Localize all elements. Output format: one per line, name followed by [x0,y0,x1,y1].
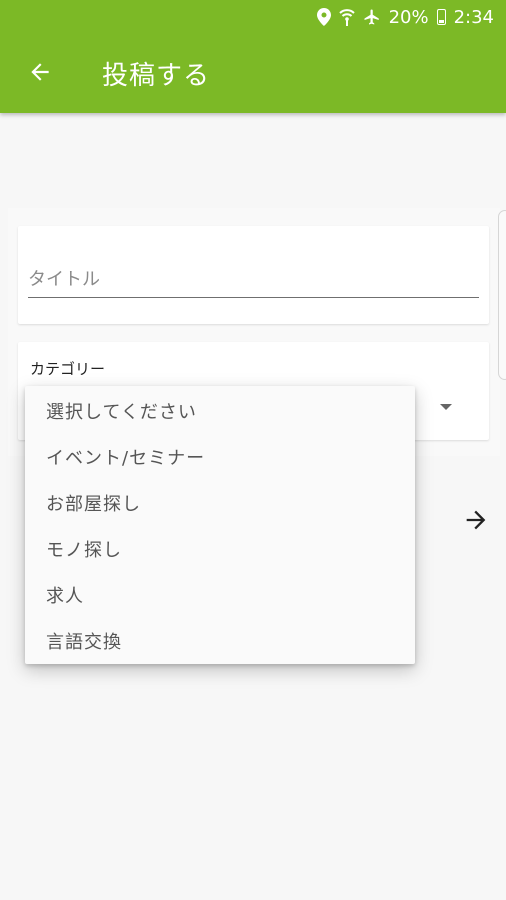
category-dropdown-menu: 選択してください イベント/セミナー お部屋探し モノ探し 求人 言語交換 [25,386,415,664]
menu-item-event-seminar[interactable]: イベント/セミナー [25,434,415,480]
clock: 2:34 [453,6,494,28]
back-arrow-icon [27,59,53,89]
category-label: カテゴリー [30,360,106,378]
page-title: 投稿する [102,61,211,91]
next-button[interactable] [460,506,492,538]
app-bar: 20% 2:34 投稿する [0,0,506,113]
menu-item-room-search[interactable]: お部屋探し [25,480,415,526]
title-input[interactable] [28,262,479,298]
wifi-icon [338,8,355,26]
back-button[interactable] [0,34,80,113]
menu-item-select-prompt[interactable]: 選択してください [25,388,415,434]
airplane-mode-icon [363,8,381,26]
dropdown-arrow-icon[interactable] [440,404,452,410]
battery-percent: 20% [388,6,429,28]
arrow-right-icon [462,506,490,538]
location-icon [316,8,331,26]
next-page-edge [498,210,506,380]
toolbar: 投稿する [0,34,506,113]
menu-item-item-search[interactable]: モノ探し [25,526,415,572]
status-bar: 20% 2:34 [0,0,506,34]
menu-item-language-exchange[interactable]: 言語交換 [25,618,415,664]
menu-item-job-offer[interactable]: 求人 [25,572,415,618]
battery-icon [436,9,446,25]
